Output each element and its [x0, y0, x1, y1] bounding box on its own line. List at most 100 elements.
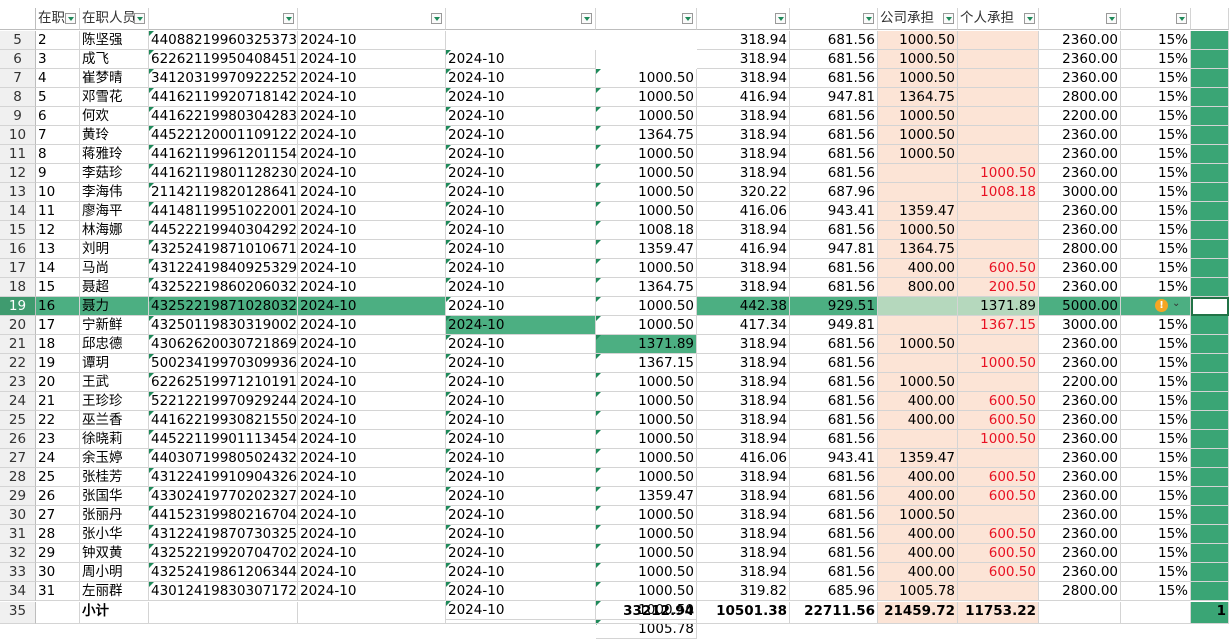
row-header[interactable]: 27	[0, 449, 36, 468]
company-share-cell[interactable]: 1000.50	[878, 69, 958, 88]
amount-c-cell[interactable]: 681.56	[790, 430, 878, 449]
green-column-cell[interactable]	[1191, 183, 1229, 202]
index-cell[interactable]: 7	[36, 126, 80, 145]
name-cell[interactable]: 张丽丹	[80, 506, 149, 525]
filter-dropdown-icon[interactable]	[581, 13, 592, 24]
amount-f-cell[interactable]: 2360.00	[1039, 335, 1121, 354]
green-column-cell[interactable]	[1191, 487, 1229, 506]
amount-c-cell[interactable]: 943.41	[790, 202, 878, 221]
name-cell[interactable]: 谭玥	[80, 354, 149, 373]
row-header[interactable]: 31	[0, 525, 36, 544]
index-cell[interactable]: 30	[36, 563, 80, 582]
active-cell-selection[interactable]	[1191, 297, 1229, 316]
amount-c-cell[interactable]: 685.96	[790, 582, 878, 601]
row-header[interactable]: 24	[0, 392, 36, 411]
total-month2-cell[interactable]	[446, 602, 596, 624]
amount-c-cell[interactable]: 681.56	[790, 69, 878, 88]
amount-c-cell[interactable]: 681.56	[790, 544, 878, 563]
name-cell[interactable]: 余玉婷	[80, 449, 149, 468]
rate-cell[interactable]: 15%	[1121, 145, 1191, 164]
company-share-cell[interactable]: 1000.50	[878, 335, 958, 354]
amount-f-cell[interactable]: 2360.00	[1039, 392, 1121, 411]
name-cell[interactable]: 聂力	[80, 297, 149, 316]
amount-c-cell[interactable]: 929.51	[790, 297, 878, 316]
amount-b-cell[interactable]: 318.94	[697, 354, 790, 373]
personal-share-cell[interactable]: 600.50	[958, 487, 1039, 506]
amount-b-cell[interactable]: 318.94	[697, 278, 790, 297]
index-cell[interactable]: 20	[36, 373, 80, 392]
company-share-cell[interactable]: 1000.50	[878, 221, 958, 240]
month1-cell[interactable]: 2024-10	[298, 278, 446, 297]
index-cell[interactable]: 4	[36, 69, 80, 88]
amount-f-cell[interactable]: 2360.00	[1039, 411, 1121, 430]
company-share-cell[interactable]: 1000.50	[878, 145, 958, 164]
amount-b-cell[interactable]: 318.94	[697, 31, 790, 50]
green-column-cell[interactable]	[1191, 335, 1229, 354]
amount-f-cell[interactable]: 2360.00	[1039, 468, 1121, 487]
column-header-amount[interactable]	[596, 8, 697, 30]
company-share-cell[interactable]: 400.00	[878, 392, 958, 411]
month1-cell[interactable]: 2024-10	[298, 183, 446, 202]
company-share-cell[interactable]: 1000.50	[878, 31, 958, 50]
personal-share-cell[interactable]	[958, 50, 1039, 69]
row-header[interactable]: 13	[0, 183, 36, 202]
name-cell[interactable]: 徐晓莉	[80, 430, 149, 449]
index-cell[interactable]: 2	[36, 31, 80, 50]
amount-b-cell[interactable]: 318.94	[697, 563, 790, 582]
amount-c-cell[interactable]: 943.41	[790, 449, 878, 468]
rate-cell[interactable]: 15%	[1121, 487, 1191, 506]
total-id-cell[interactable]	[149, 602, 298, 624]
month1-cell[interactable]: 2024-10	[298, 297, 446, 316]
rate-cell[interactable]: 15%	[1121, 50, 1191, 69]
table-row[interactable]: 5 2 陈坚强 440882199603253738 2024-10 2024-10 100…	[0, 31, 1229, 88]
row-header[interactable]: 11	[0, 145, 36, 164]
amount-f-cell[interactable]: 2360.00	[1039, 544, 1121, 563]
amount-f-cell[interactable]: 2360.00	[1039, 430, 1121, 449]
table-row[interactable]: 29 26 张国华 433024197702023270 2024-10 2024-10 1…	[0, 487, 1229, 544]
total-label[interactable]: 小计	[80, 602, 149, 624]
rate-cell[interactable]: 15%	[1121, 107, 1191, 126]
index-cell[interactable]: 3	[36, 50, 80, 69]
table-row[interactable]: 7 4 崔梦晴 341203199709222525 2024-10 2024-10 100…	[0, 69, 1229, 126]
amount-f-cell[interactable]: 2360.00	[1039, 221, 1121, 240]
green-column-cell[interactable]	[1191, 202, 1229, 221]
amount-b-cell[interactable]: 416.06	[697, 449, 790, 468]
filter-dropdown-icon[interactable]	[134, 13, 145, 24]
green-column-cell[interactable]	[1191, 145, 1229, 164]
company-share-cell[interactable]: 1000.50	[878, 506, 958, 525]
amount-f-cell[interactable]: 2360.00	[1039, 278, 1121, 297]
id-cell[interactable]: 441621199612011543	[149, 145, 298, 164]
row-header[interactable]: 35	[0, 602, 36, 624]
amount-c-cell[interactable]: 681.56	[790, 468, 878, 487]
amount-b-cell[interactable]: 318.94	[697, 259, 790, 278]
amount-c-cell[interactable]: 681.56	[790, 126, 878, 145]
amount-b-cell[interactable]: 319.82	[697, 582, 790, 601]
amount-b-cell[interactable]: 417.34	[697, 316, 790, 335]
row-header[interactable]: 33	[0, 563, 36, 582]
amount-f-cell[interactable]: 2360.00	[1039, 202, 1121, 221]
id-cell[interactable]: 432522199207047024	[149, 544, 298, 563]
green-column-cell[interactable]	[1191, 164, 1229, 183]
table-row[interactable]: 30 27 张丽丹 441523199802167044 2024-10 2024-10 1…	[0, 506, 1229, 563]
index-cell[interactable]: 16	[36, 297, 80, 316]
amount-b-cell[interactable]: 318.94	[697, 506, 790, 525]
month1-cell[interactable]: 2024-10	[298, 221, 446, 240]
month1-cell[interactable]: 2024-10	[298, 354, 446, 373]
rate-cell[interactable]: 15%	[1121, 582, 1191, 601]
id-cell[interactable]: 522122199709292441	[149, 392, 298, 411]
table-row[interactable]: 26 23 徐晓莉 44522119901113454X 2024-10 2024-10 1…	[0, 430, 1229, 487]
index-cell[interactable]: 10	[36, 183, 80, 202]
rate-cell[interactable]: 15%	[1121, 240, 1191, 259]
row-header[interactable]: 25	[0, 411, 36, 430]
name-cell[interactable]: 陈坚强	[80, 31, 149, 50]
amount-f-cell[interactable]: 3000.00	[1039, 316, 1121, 335]
personal-share-cell[interactable]	[958, 506, 1039, 525]
month1-cell[interactable]: 2024-10	[298, 506, 446, 525]
rate-cell[interactable]: 15%	[1121, 354, 1191, 373]
name-cell[interactable]: 崔梦晴	[80, 69, 149, 88]
row-header[interactable]: 7	[0, 69, 36, 88]
total-index-cell[interactable]	[36, 602, 80, 624]
month1-cell[interactable]: 2024-10	[298, 392, 446, 411]
column-header-h[interactable]	[1191, 8, 1229, 30]
name-cell[interactable]: 张桂芳	[80, 468, 149, 487]
